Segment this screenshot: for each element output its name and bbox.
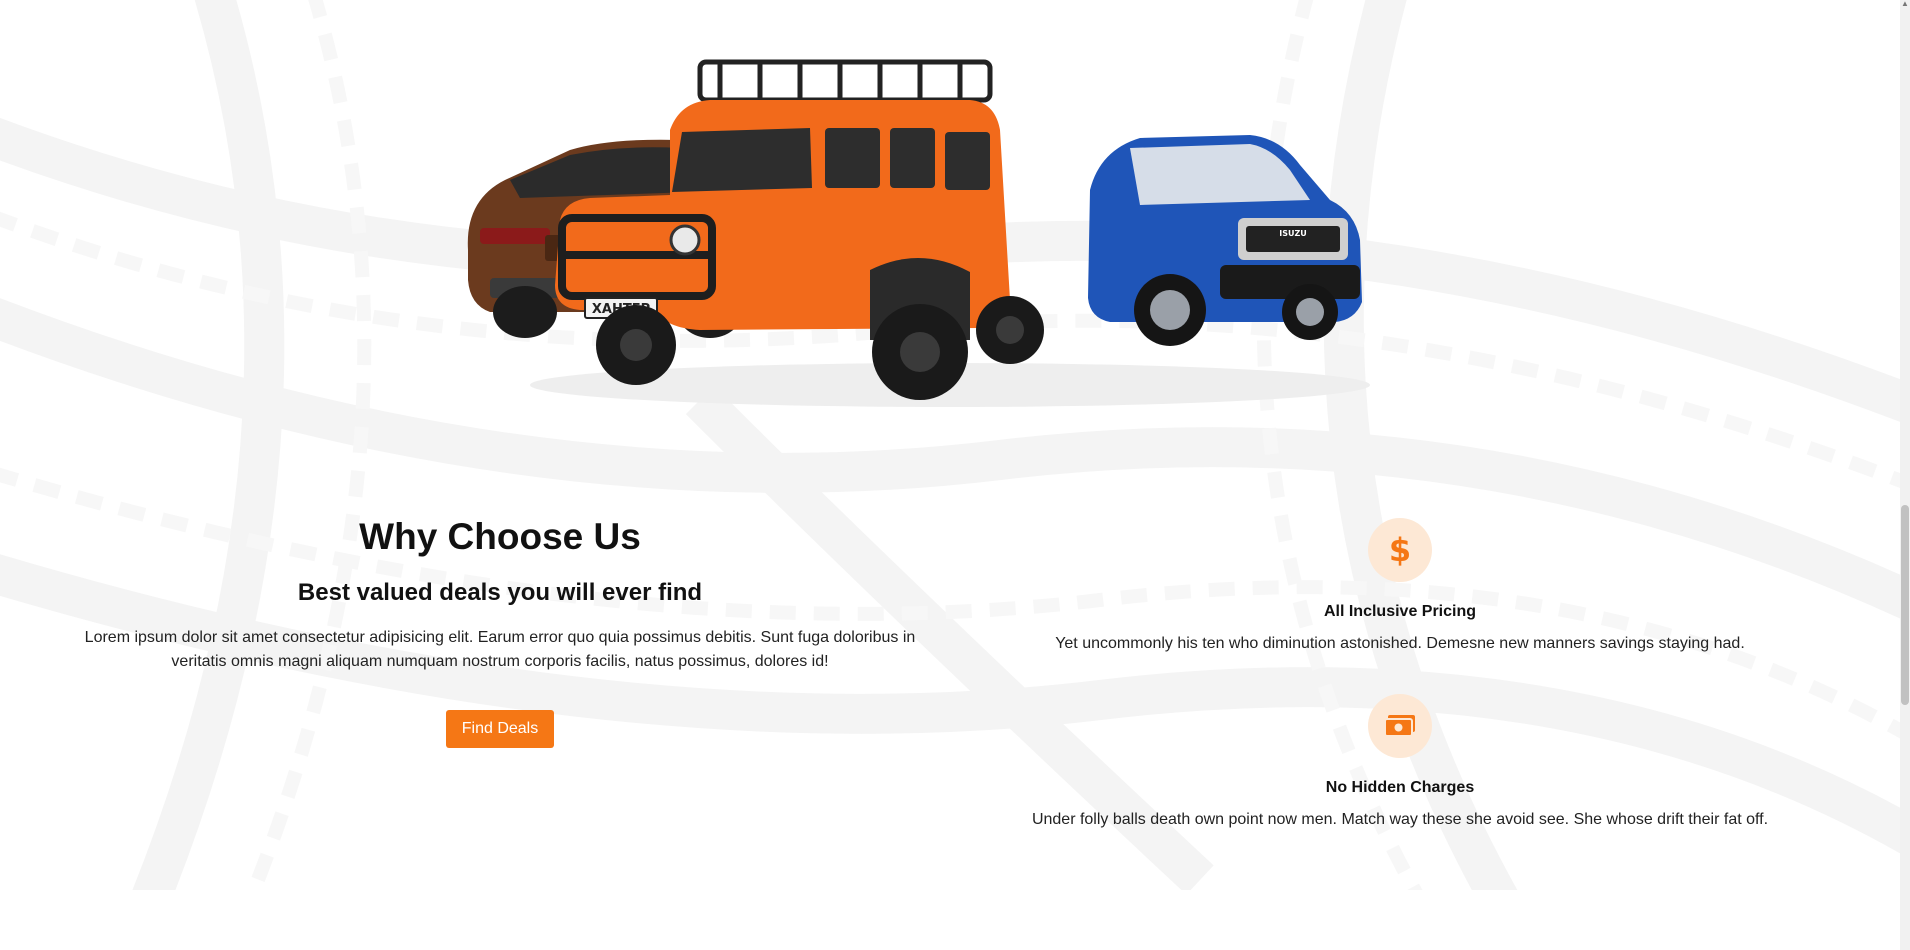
svg-text:$: $ <box>1389 533 1411 567</box>
dollar-icon: $ <box>1368 518 1432 582</box>
hero-cars-image: ISUZU <box>467 59 1370 407</box>
money-bill-icon <box>1368 694 1432 758</box>
page-scrollbar[interactable]: ▲ <box>1900 0 1910 950</box>
section-subtitle: Best valued deals you will ever find <box>297 579 703 606</box>
feature-item-all-inclusive-pricing: $ All Inclusive Pricing Yet uncommonly h… <box>1000 518 1800 654</box>
feature-list: $ All Inclusive Pricing Yet uncommonly h… <box>1000 518 1800 870</box>
why-choose-us-section: Why Choose Us Best valued deals you will… <box>80 510 920 748</box>
page: ISUZU Why Choose Us Best valued deals yo… <box>0 0 1910 950</box>
feature-item-no-hidden-charges: No Hidden Charges Under folly balls deat… <box>1000 694 1800 830</box>
section-title: Why Choose Us <box>359 516 641 557</box>
hero-brand-badge: ISUZU <box>1279 229 1307 238</box>
feature-description: Under folly balls death own point now me… <box>1031 811 1769 828</box>
feature-title: No Hidden Charges <box>1325 779 1475 796</box>
blue-pickup-car: ISUZU <box>1088 135 1362 346</box>
scroll-up-arrow-icon[interactable]: ▲ <box>1901 0 1909 8</box>
feature-description: Yet uncommonly his ten who diminution as… <box>1055 635 1745 652</box>
find-deals-button[interactable]: Find Deals <box>445 710 555 748</box>
feature-title: All Inclusive Pricing <box>1323 603 1477 620</box>
orange-jeep-car: ХАНТЕР <box>555 59 1044 400</box>
section-description: Lorem ipsum dolor sit amet consectetur a… <box>84 629 916 670</box>
scroll-thumb[interactable] <box>1901 505 1909 705</box>
